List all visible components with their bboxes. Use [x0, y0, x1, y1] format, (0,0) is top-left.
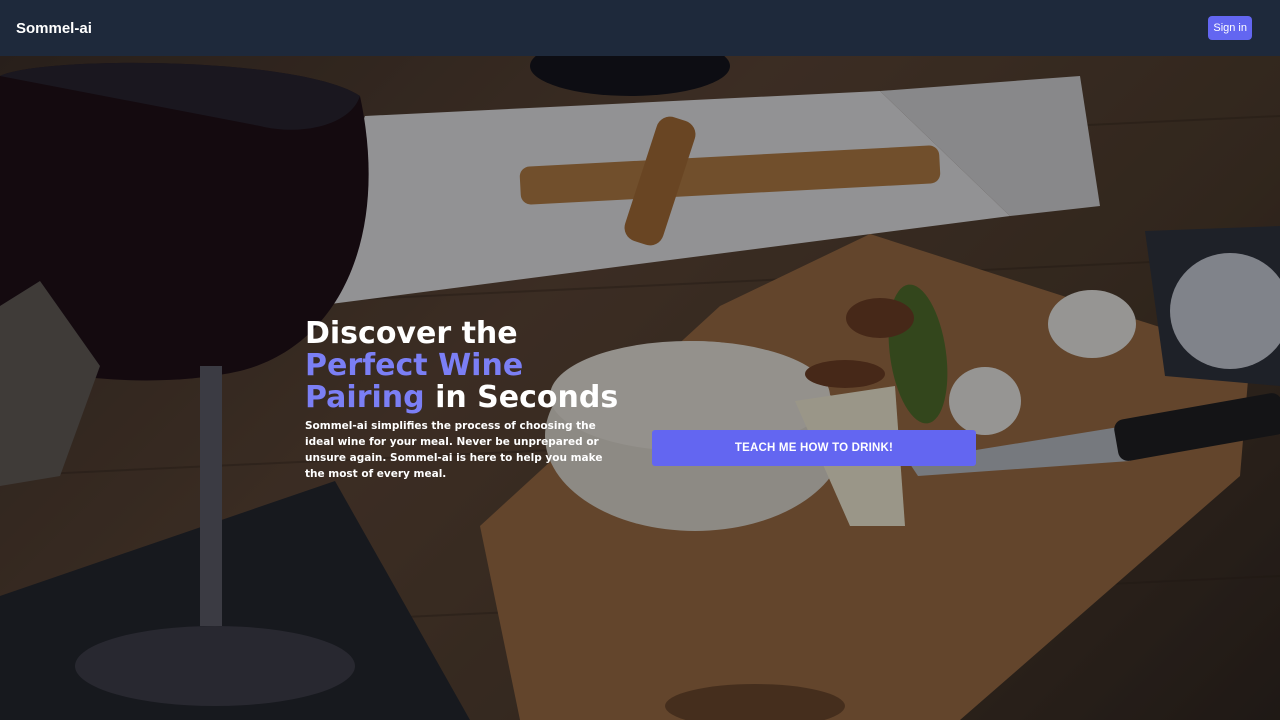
headline-line-2: in Seconds — [424, 380, 619, 415]
brand-logo[interactable]: Sommel-ai — [16, 20, 92, 37]
hero-headline: Discover the Perfect Wine Pairing in Seco… — [305, 318, 635, 414]
hero-overlay — [0, 56, 1280, 720]
sign-in-button[interactable]: Sign in — [1208, 16, 1252, 40]
hero-description: Sommel-ai simplifies the process of choo… — [305, 420, 603, 480]
top-navbar: Sommel-ai Sign in — [0, 0, 1280, 56]
teach-me-button[interactable]: TEACH ME HOW TO DRINK! — [652, 430, 976, 466]
headline-line-1: Discover the — [305, 316, 518, 351]
hero-section: Discover the Perfect Wine Pairing in Seco… — [0, 56, 1280, 720]
